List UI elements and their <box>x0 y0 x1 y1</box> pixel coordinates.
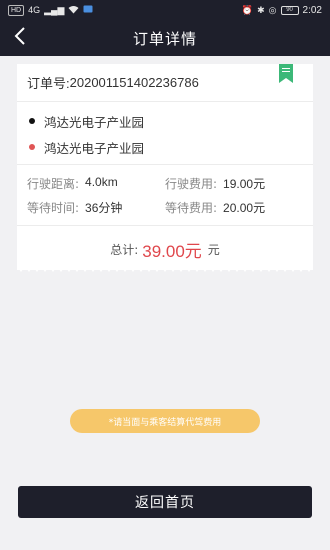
fee-block: 行驶距离: 4.0km 行驶费用: 19.00元 等待时间: 36分钟 等待费用… <box>17 165 313 226</box>
return-home-button[interactable]: 返回首页 <box>18 486 312 518</box>
status-bar: HD 4G ▂▄▆ ⏰ ✱ ◎ 90 2:02 <box>0 0 330 20</box>
back-button[interactable] <box>6 24 34 52</box>
fee-value: 36分钟 <box>85 200 123 215</box>
fee-value: 20.00元 <box>223 200 266 215</box>
location-icon: ◎ <box>268 4 277 15</box>
fee-value: 4.0km <box>85 174 118 189</box>
order-number-row: 订单号: 20200115140223678​6 <box>17 64 313 102</box>
bluetooth-icon: ✱ <box>257 4 265 15</box>
status-left: HD 4G ▂▄▆ <box>8 4 93 16</box>
end-address-row: 鸿达光电子产业园 <box>27 134 303 160</box>
alarm-icon: ⏰ <box>241 4 254 15</box>
order-number-label: 订单号: <box>27 76 70 91</box>
fee-label: 行驶费用: <box>165 176 218 191</box>
end-dot-icon <box>29 144 35 150</box>
fee-label: 等待费用: <box>165 200 218 215</box>
fee-distance: 行驶距离: 4.0km <box>27 175 165 192</box>
page-title: 订单详情 <box>132 29 197 48</box>
fee-row: 行驶距离: 4.0km 行驶费用: 19.00元 <box>27 171 303 195</box>
wifi-icon <box>68 5 79 16</box>
chevron-left-icon <box>14 27 26 49</box>
network-chip: HD <box>8 4 25 16</box>
signal-type-text: 4G <box>28 4 41 15</box>
fee-label: 行驶距离: <box>27 176 80 191</box>
start-address-row: 鸿达光电子产业园 <box>27 108 303 134</box>
navbar: 订单详情 <box>0 20 330 56</box>
order-card: 订单号: 20200115140223678​6 鸿达光电子产业园 鸿达光电子产… <box>17 64 313 270</box>
signal-icon: ▂▄▆ <box>44 4 65 15</box>
fee-value: 19.00元 <box>223 176 266 191</box>
payment-notice: *请当面与乘客结算代驾费用 <box>70 409 260 433</box>
card-zigzag-edge <box>17 266 313 272</box>
fee-row: 等待时间: 36分钟 等待费用: 20.00元 <box>27 195 303 219</box>
address-block: 鸿达光电子产业园 鸿达光电子产业园 <box>17 102 313 165</box>
battery-icon: 90 <box>280 5 299 15</box>
end-address: 鸿达光电子产业园 <box>44 140 145 156</box>
total-label: 总计: <box>110 242 139 257</box>
notification-icon <box>83 5 93 15</box>
status-time: 2:02 <box>302 4 322 16</box>
fee-wait-time: 等待时间: 36分钟 <box>27 199 165 216</box>
fee-label: 等待时间: <box>27 200 80 215</box>
bookmark-icon <box>279 64 293 83</box>
status-right: ⏰ ✱ ◎ 90 2:02 <box>242 5 322 16</box>
total-amount: 39.00元 <box>142 241 202 261</box>
fee-wait-cost: 等待费用: 20.00元 <box>165 199 303 216</box>
fee-distance-cost: 行驶费用: 19.00元 <box>165 175 303 192</box>
start-address: 鸿达光电子产业园 <box>44 114 145 130</box>
order-number: 20200115140223678​6 <box>69 75 199 90</box>
total-unit: 元 <box>207 242 220 257</box>
start-dot-icon <box>29 118 35 124</box>
